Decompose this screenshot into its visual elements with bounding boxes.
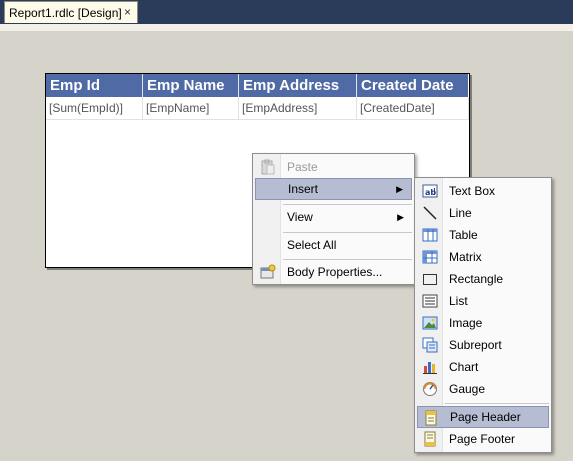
menu-item-label: Chart <box>449 360 479 374</box>
menu-item-label: Gauge <box>449 382 486 396</box>
detail-cell-created-date[interactable]: [CreatedDate] <box>356 97 469 120</box>
document-tab-strip: Report1.rdlc [Design] × <box>0 0 573 24</box>
textbox-icon: ab <box>422 183 438 199</box>
report-table[interactable]: Emp Id Emp Name Emp Address Created Date… <box>46 74 469 120</box>
menu-item-text-box[interactable]: ab Text Box <box>417 180 549 202</box>
menu-item-matrix[interactable]: Matrix <box>417 246 549 268</box>
table-icon <box>422 227 438 243</box>
image-icon <box>422 315 438 331</box>
menu-item-body-properties[interactable]: Body Properties... <box>255 261 412 283</box>
menu-item-label: Page Header <box>450 410 521 424</box>
menu-item-view[interactable]: View ▶ <box>255 206 412 228</box>
menu-item-line[interactable]: Line <box>417 202 549 224</box>
menu-item-subreport[interactable]: Subreport <box>417 334 549 356</box>
menu-item-gauge[interactable]: Gauge <box>417 378 549 400</box>
menu-item-label: Line <box>449 206 472 220</box>
menu-item-label: Image <box>449 316 483 330</box>
menu-separator <box>283 232 412 233</box>
menu-item-paste[interactable]: Paste <box>255 156 412 178</box>
menu-item-label: List <box>449 294 468 308</box>
properties-icon <box>260 264 276 280</box>
header-cell-created-date[interactable]: Created Date <box>356 74 468 97</box>
header-cell-emp-address[interactable]: Emp Address <box>238 74 357 97</box>
menu-item-label: Page Footer <box>449 432 516 446</box>
menu-item-label: Subreport <box>449 338 502 352</box>
menu-item-chart[interactable]: Chart <box>417 356 549 378</box>
menu-item-label: Paste <box>287 160 318 174</box>
detail-cell-emp-name[interactable]: [EmpName] <box>142 97 239 120</box>
rectangle-icon <box>422 271 438 287</box>
detail-cell-emp-id[interactable]: [Sum(EmpId)] <box>46 97 143 120</box>
menu-separator <box>283 259 412 260</box>
chart-icon <box>422 359 438 375</box>
header-cell-emp-name[interactable]: Emp Name <box>142 74 239 97</box>
paste-icon <box>260 159 276 175</box>
menu-item-image[interactable]: Image <box>417 312 549 334</box>
menu-item-list[interactable]: List <box>417 290 549 312</box>
tab-report1-design[interactable]: Report1.rdlc [Design] × <box>4 1 138 23</box>
gauge-icon <box>422 381 438 397</box>
submenu-arrow-icon: ▶ <box>396 183 403 194</box>
insert-submenu: ab Text Box Line Table Matrix Rectangle … <box>414 177 552 453</box>
menu-separator <box>283 204 412 205</box>
menu-item-label: Table <box>449 228 478 242</box>
menu-item-page-header[interactable]: Page Header <box>417 406 549 428</box>
table-row: [Sum(EmpId)] [EmpName] [EmpAddress] [Cre… <box>46 97 469 120</box>
line-icon <box>422 205 438 221</box>
table-header-row: Emp Id Emp Name Emp Address Created Date <box>46 74 468 97</box>
list-icon <box>422 293 438 309</box>
tab-title: Report1.rdlc [Design] <box>9 5 122 20</box>
menu-item-table[interactable]: Table <box>417 224 549 246</box>
menu-item-label: Insert <box>288 182 319 196</box>
menu-item-label: Text Box <box>449 184 496 198</box>
context-menu: Paste Insert ▶ View ▶ Select All Body Pr… <box>252 153 415 285</box>
detail-cell-emp-address[interactable]: [EmpAddress] <box>238 97 357 120</box>
menu-item-select-all[interactable]: Select All <box>255 234 412 256</box>
subreport-icon <box>422 337 438 353</box>
menu-item-label: Body Properties... <box>287 265 383 279</box>
menu-item-rectangle[interactable]: Rectangle <box>417 268 549 290</box>
page-header-icon <box>423 410 439 426</box>
menu-separator <box>445 403 549 404</box>
menu-item-label: Matrix <box>449 250 482 264</box>
header-cell-emp-id[interactable]: Emp Id <box>46 74 143 97</box>
matrix-icon <box>422 249 438 265</box>
submenu-arrow-icon: ▶ <box>397 211 404 222</box>
close-icon[interactable]: × <box>124 5 131 19</box>
page-footer-icon <box>422 431 438 447</box>
menu-item-insert[interactable]: Insert ▶ <box>255 178 412 200</box>
menu-item-label: Select All <box>287 238 337 252</box>
menu-item-label: View <box>287 210 313 224</box>
menu-item-label: Rectangle <box>449 272 504 286</box>
menu-item-page-footer[interactable]: Page Footer <box>417 428 549 450</box>
